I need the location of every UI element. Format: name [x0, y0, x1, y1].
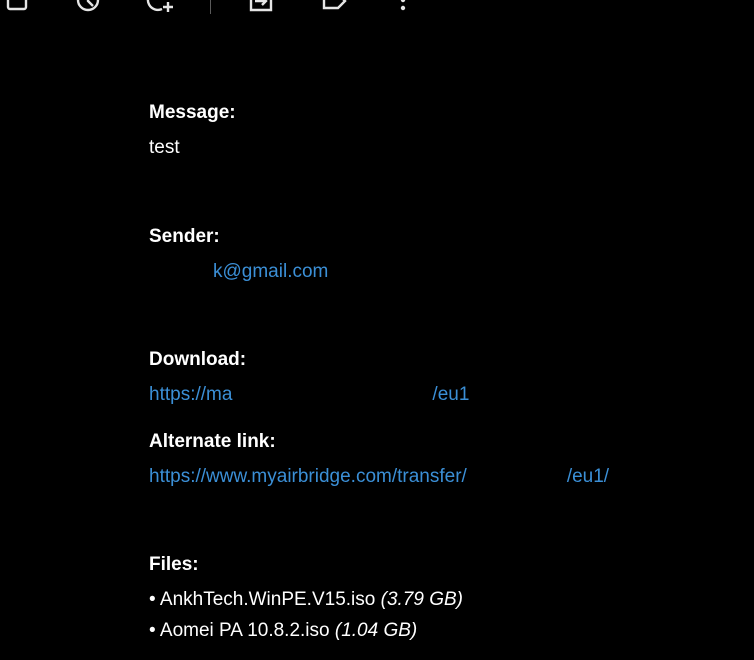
redacted-region: [467, 481, 567, 482]
square-icon[interactable]: [3, 0, 31, 14]
download-link[interactable]: https://ma/eu1: [149, 384, 469, 406]
file-bullet: •: [149, 620, 156, 641]
message-text: test: [149, 137, 180, 158]
redacted-region: [149, 276, 213, 277]
file-item: • AnkhTech.WinPE.V15.iso (3.79 GB): [149, 589, 463, 611]
download-link-suffix[interactable]: /eu1: [432, 384, 469, 405]
download-link-prefix[interactable]: https://ma: [149, 384, 232, 405]
sender-label: Sender:: [149, 226, 220, 247]
redacted-region: [232, 399, 432, 400]
message-label: Message:: [149, 102, 236, 123]
clock-icon[interactable]: [74, 0, 102, 14]
download-label: Download:: [149, 349, 247, 370]
alternate-link-label: Alternate link:: [149, 431, 276, 452]
file-size: (3.79 GB): [380, 589, 463, 610]
sender-email-suffix[interactable]: k@gmail.com: [213, 261, 328, 282]
alternate-link[interactable]: https://www.myairbridge.com/transfer/ /eu…: [149, 466, 609, 488]
file-bullet: •: [149, 589, 156, 610]
file-name: Aomei PA 10.8.2.iso: [159, 620, 330, 641]
file-size: (1.04 GB): [334, 620, 418, 641]
email-body: Message: test Sender: wilfriedk@gmail.co…: [149, 0, 749, 660]
files-label: Files:: [149, 554, 199, 575]
alternate-link-suffix[interactable]: /eu1/: [567, 466, 609, 487]
sender-email[interactable]: wilfriedk@gmail.com: [149, 261, 328, 283]
alternate-link-prefix[interactable]: https://www.myairbridge.com/transfer/: [149, 466, 467, 487]
file-item: • Aomei PA 10.8.2.iso (1.04 GB): [149, 620, 417, 642]
file-name: AnkhTech.WinPE.V15.iso: [159, 589, 376, 610]
